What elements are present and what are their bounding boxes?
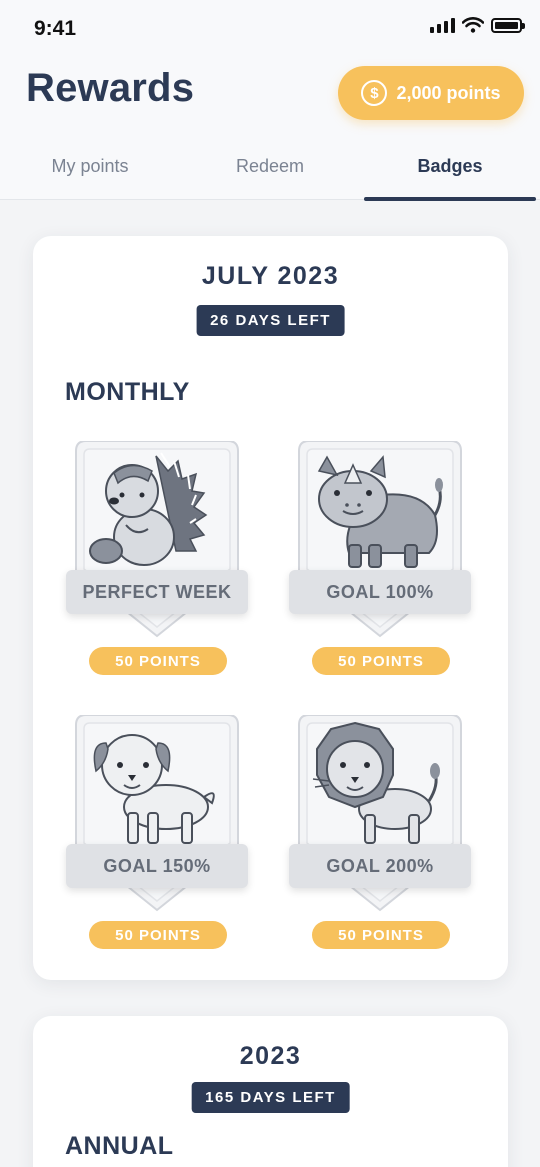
coin-icon: $: [361, 80, 388, 106]
page-title: Rewards: [26, 66, 195, 110]
status-bar: 9:41: [0, 0, 540, 58]
badge-points: 50 POINTS: [89, 647, 227, 675]
top-bar: 9:41 Rewards $ 2,000 points My points Re…: [0, 0, 540, 201]
badge-label: GOAL 100%: [289, 570, 471, 614]
section-title-annual: ANNUAL: [65, 1132, 174, 1160]
tab-badges[interactable]: Badges: [360, 140, 540, 201]
section-title-monthly: MONTHLY: [65, 378, 190, 406]
badge-goal-200[interactable]: GOAL 200% 50 POINTS: [289, 715, 471, 960]
badge-perfect-week[interactable]: PERFECT WEEK 50 POINTS: [66, 441, 248, 686]
badge-label: GOAL 150%: [66, 844, 248, 888]
badge-label: GOAL 200%: [289, 844, 471, 888]
cellular-signal-icon: [430, 17, 455, 33]
tab-my-points[interactable]: My points: [0, 140, 180, 200]
monthly-badges-card: JULY 2023 26 DAYS LEFT MONTHLY PERFECT W…: [33, 236, 508, 980]
badge-goal-100[interactable]: GOAL 100% 50 POINTS: [289, 441, 471, 686]
year-title: 2023: [239, 1042, 302, 1070]
badge-goal-150[interactable]: GOAL 150% 50 POINTS: [66, 715, 248, 960]
wifi-icon: [462, 17, 484, 33]
status-icons: [430, 17, 525, 33]
annual-badges-card: 2023 165 DAYS LEFT ANNUAL: [33, 1016, 508, 1167]
badge-points: 50 POINTS: [89, 921, 227, 949]
badge-points: 50 POINTS: [312, 921, 450, 949]
tab-bar: My points Redeem Badges: [0, 140, 540, 201]
points-balance-label: 2,000 points: [396, 82, 501, 103]
points-balance-button[interactable]: $ 2,000 points: [338, 66, 524, 120]
days-left-badge: 165 DAYS LEFT: [191, 1082, 350, 1113]
badge-label: PERFECT WEEK: [66, 570, 248, 614]
battery-icon: [491, 17, 525, 33]
month-title: JULY 2023: [201, 262, 340, 290]
days-left-badge: 26 DAYS LEFT: [196, 305, 345, 336]
badge-points: 50 POINTS: [312, 647, 450, 675]
status-time: 9:41: [34, 17, 77, 40]
tab-redeem[interactable]: Redeem: [180, 140, 360, 200]
